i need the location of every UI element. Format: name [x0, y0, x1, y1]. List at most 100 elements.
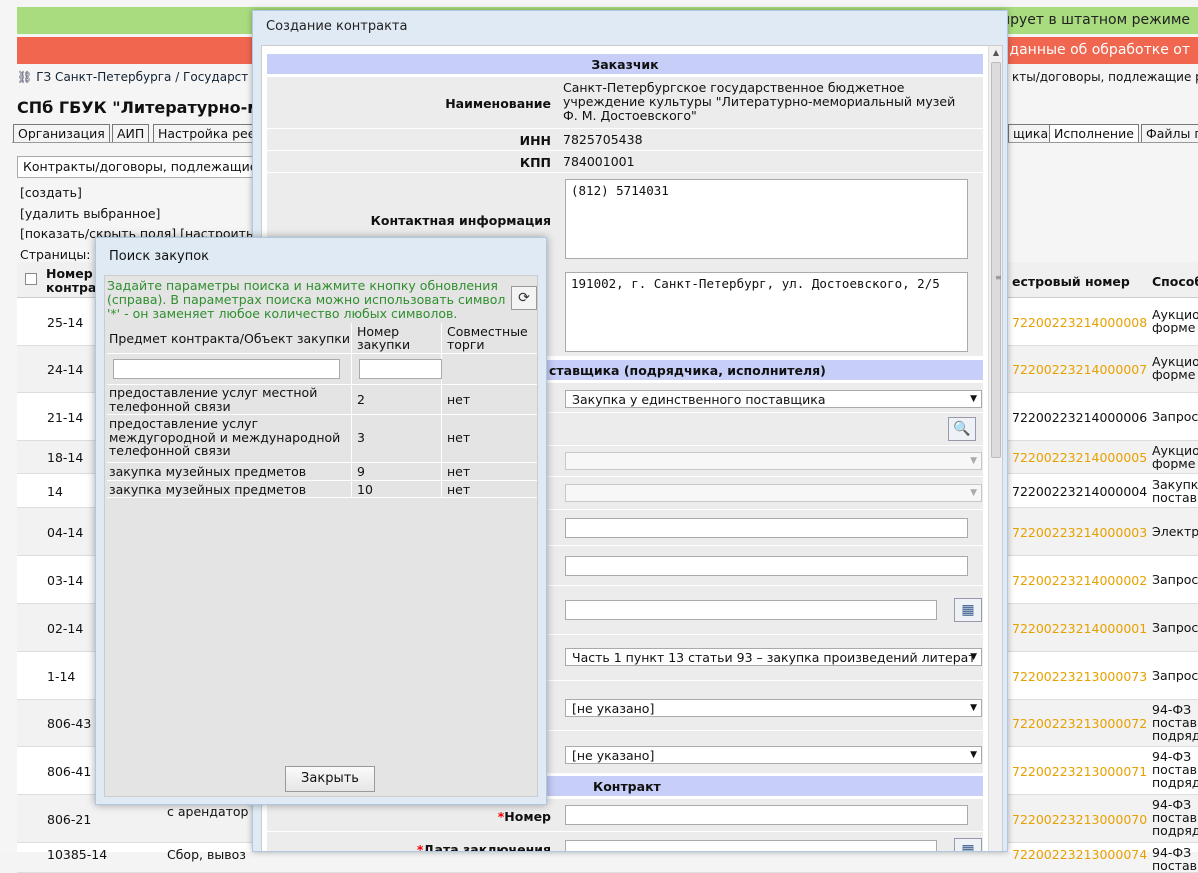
organization-title: СПб ГБУК "Литературно-мем: [17, 98, 285, 117]
conclusion-date-input[interactable]: [565, 840, 937, 851]
result-row[interactable]: закупка музейных предметов 9 нет: [107, 462, 537, 480]
dialog-title[interactable]: Поиск закупок: [109, 249, 209, 264]
dialog-title[interactable]: Создание контракта: [266, 19, 407, 34]
scroll-up-arrow-icon[interactable]: ▲: [989, 48, 1002, 57]
row-number: 14: [47, 484, 63, 499]
field-label: *Номер: [498, 809, 551, 824]
contract-number-input[interactable]: [565, 805, 968, 825]
close-button[interactable]: Закрыть: [285, 766, 375, 792]
tab-execution[interactable]: Исполнение: [1049, 124, 1139, 143]
column-header-joint[interactable]: Совместные торги: [447, 325, 533, 351]
chevron-down-icon: ▼: [970, 456, 977, 466]
text-input[interactable]: [565, 518, 968, 538]
label-text: Дата заключения: [423, 842, 551, 852]
column-header-method[interactable]: Способ: [1152, 274, 1198, 289]
registry-number-link[interactable]: 72200223214000003: [1012, 525, 1147, 540]
method-cell: Аукцио форме: [1152, 355, 1198, 381]
tab-aip[interactable]: АИП: [112, 124, 150, 143]
result-row[interactable]: закупка музейных предметов 10 нет: [107, 480, 537, 498]
calendar-icon: ▦: [961, 602, 975, 618]
chevron-down-icon: ▼: [970, 750, 977, 760]
breadcrumb-text: ГЗ Санкт-Петербурга / Государст: [36, 70, 249, 84]
option-select-1[interactable]: [не указано] ▼: [565, 699, 982, 717]
number-filter-input[interactable]: [359, 359, 442, 379]
column-header-registry[interactable]: естровый номер: [1012, 274, 1130, 289]
vertical-scrollbar[interactable]: ▲ ≡: [988, 46, 1002, 851]
row-number: 806-41: [47, 764, 92, 779]
joint-cell: нет: [447, 392, 471, 407]
subject-cell: Сбор, вывоз: [167, 847, 246, 862]
subject-cell: предоставление услуг местной телефонной …: [109, 385, 318, 414]
registry-number-link[interactable]: 72200223214000005: [1012, 450, 1147, 465]
column-header-subject[interactable]: Предмет контракта/Объект закупки: [109, 332, 350, 345]
field-label: Контактная информация: [370, 213, 551, 228]
chevron-down-icon: ▼: [970, 394, 977, 404]
filter-row: [107, 353, 537, 384]
row-number: 18-14: [47, 450, 84, 465]
contact-phone-textarea[interactable]: (812) 5714031: [565, 179, 968, 259]
registry-number-link[interactable]: 72200223213000071: [1012, 764, 1147, 779]
row-number: 806-43: [47, 716, 92, 731]
method-cell: Аукцио форме: [1152, 308, 1198, 334]
method-cell: Электр: [1152, 525, 1198, 538]
column-header-number[interactable]: Номер контра: [46, 267, 101, 295]
registry-number: 72200223214000006: [1012, 410, 1148, 425]
joint-cell: нет: [447, 430, 471, 445]
subject-cell: предоставление услуг междугородной и меж…: [109, 416, 341, 458]
method-cell: Запрос: [1152, 669, 1198, 682]
registry-number-link[interactable]: 72200223214000008: [1012, 315, 1147, 330]
tab-registry-settings[interactable]: Настройка рее: [153, 124, 253, 143]
calendar-button[interactable]: ▦: [954, 598, 982, 622]
subject-cell: закупка музейных предметов: [109, 464, 307, 479]
row-number: 21-14: [47, 410, 84, 425]
lot-select[interactable]: ▼: [565, 484, 982, 502]
date-input[interactable]: [565, 600, 937, 620]
create-link[interactable]: [создать]: [20, 185, 82, 200]
field-label: *Дата заключения: [417, 842, 551, 852]
number-cell: 9: [357, 464, 365, 479]
column-header-number[interactable]: Номер закупки: [357, 325, 437, 351]
calendar-button[interactable]: ▦: [954, 838, 982, 851]
scrollbar-thumb[interactable]: ≡: [991, 62, 1002, 458]
field-label: Наименование: [445, 96, 551, 111]
chevron-down-icon: ▼: [970, 652, 977, 662]
registry-number-link[interactable]: 72200223214000002: [1012, 573, 1147, 588]
registry-number-link[interactable]: 72200223213000074: [1012, 847, 1147, 862]
refresh-button[interactable]: ⟳: [511, 286, 537, 310]
registry-number-link[interactable]: 72200223213000073: [1012, 669, 1147, 684]
result-row[interactable]: предоставление услуг местной телефонной …: [107, 384, 537, 414]
delete-selected-link[interactable]: [удалить выбранное]: [20, 206, 160, 221]
purchase-select[interactable]: ▼: [565, 452, 982, 470]
select-value: [не указано]: [572, 748, 655, 763]
inn-value: 7825705438: [563, 132, 643, 147]
text-input[interactable]: [565, 556, 968, 576]
option-select-2[interactable]: [не указано] ▼: [565, 746, 982, 764]
result-row[interactable]: предоставление услуг междугородной и меж…: [107, 414, 537, 462]
registry-number-link[interactable]: 72200223214000001: [1012, 621, 1147, 636]
contact-address-textarea[interactable]: 191002, г. Санкт-Петербург, ул. Достоевс…: [565, 272, 968, 352]
chevron-down-icon: ▼: [970, 703, 977, 713]
subject-cell: закупка музейных предметов: [109, 482, 307, 497]
registry-number-link[interactable]: 72200223213000072: [1012, 716, 1147, 731]
supplier-method-select[interactable]: Закупка у единственного поставщика ▼: [565, 390, 982, 408]
breadcrumb-tail[interactable]: кты/договоры, подлежащие р: [1012, 70, 1198, 84]
row-number: 04-14: [47, 525, 84, 540]
joint-cell: нет: [447, 464, 471, 479]
form-row-conclusion-date: *Дата заключения ▦: [267, 832, 983, 852]
registry-number-link[interactable]: 72200223213000070: [1012, 812, 1147, 827]
select-value: Часть 1 пункт 13 статьи 93 – закупка про…: [572, 650, 976, 665]
breadcrumb[interactable]: ⛓ ГЗ Санкт-Петербурга / Государст: [17, 70, 248, 84]
section-customer: Заказчик: [267, 54, 983, 74]
customer-name-value: Санкт-Петербургское государственное бюдж…: [563, 80, 956, 123]
row-number: 1-14: [47, 669, 76, 684]
select-all-checkbox[interactable]: [25, 273, 37, 285]
search-hint: Задайте параметры поиска и нажмите кнопк…: [107, 278, 506, 321]
tab-customer[interactable]: щика: [1008, 124, 1054, 143]
subject-filter-input[interactable]: [113, 359, 340, 379]
tab-organization[interactable]: Организация: [13, 124, 110, 143]
list-selector[interactable]: Контракты/договоры, подлежащие: [17, 156, 253, 178]
registry-number-link[interactable]: 72200223214000007: [1012, 362, 1147, 377]
legal-basis-select[interactable]: Часть 1 пункт 13 статьи 93 – закупка про…: [565, 648, 982, 666]
tab-files[interactable]: Файлы п: [1141, 124, 1198, 143]
search-purchase-button[interactable]: 🔍: [948, 417, 976, 441]
